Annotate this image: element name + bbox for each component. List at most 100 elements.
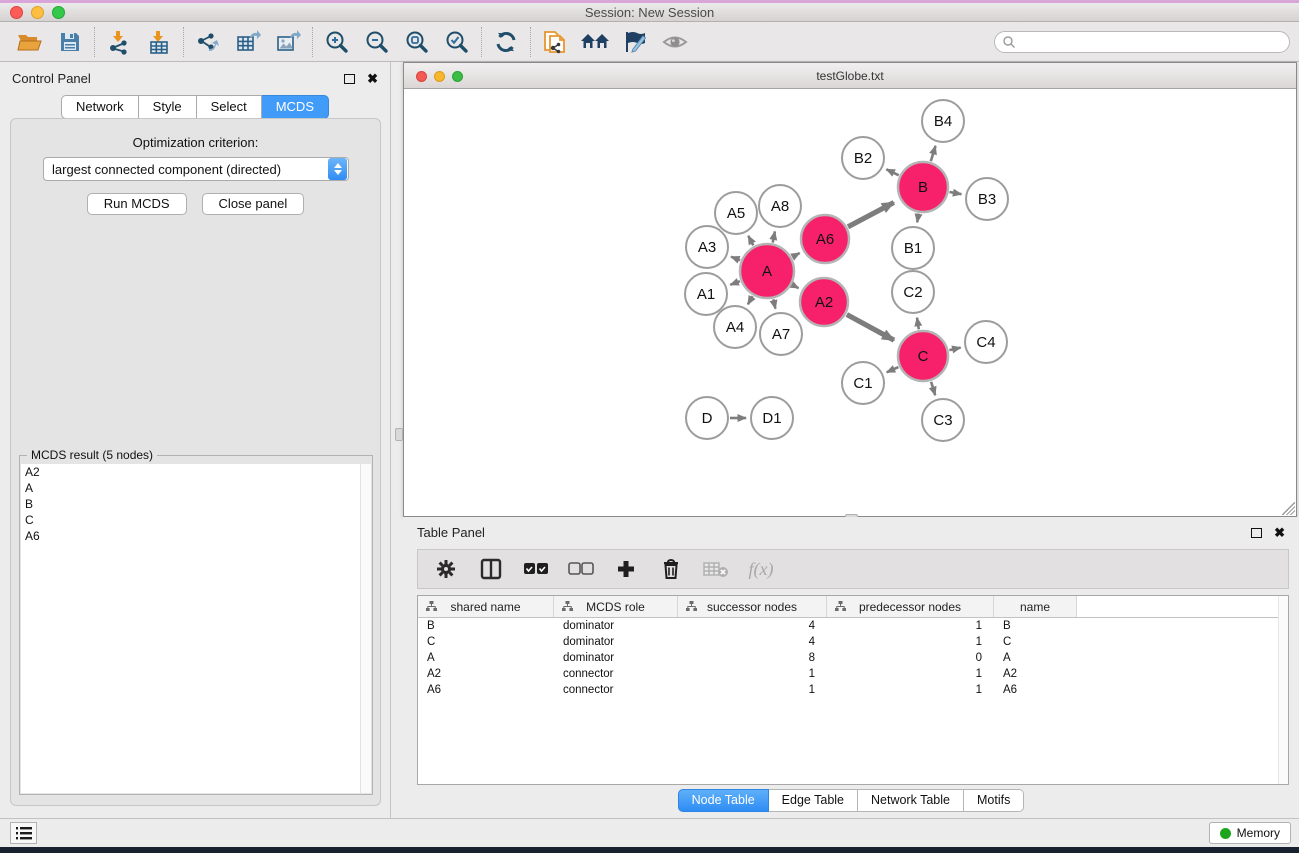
zoom-out-button[interactable] (357, 25, 397, 59)
edge-B-B3[interactable] (950, 192, 962, 194)
close-table-panel-icon[interactable]: ✖ (1274, 528, 1285, 538)
table-cell[interactable]: 4 (678, 620, 827, 632)
table-settings-button[interactable] (428, 553, 464, 585)
node-C4[interactable]: C4 (965, 321, 1007, 363)
edge-C-C4[interactable] (949, 348, 960, 351)
float-panel-icon[interactable] (344, 74, 355, 84)
table-cell[interactable]: 8 (678, 652, 827, 664)
search-input[interactable] (1016, 35, 1266, 49)
zoom-selected-button[interactable] (437, 25, 477, 59)
edge-B-B2[interactable] (886, 169, 898, 175)
table-cell[interactable]: A2 (994, 668, 1077, 680)
edge-C-C1[interactable] (887, 367, 899, 372)
save-session-button[interactable] (50, 25, 90, 59)
mcds-result-item[interactable]: A2 (21, 464, 371, 480)
node-table[interactable]: shared nameMCDS rolesuccessor nodesprede… (417, 595, 1289, 785)
mcds-result-list[interactable]: A2ABCA6 (21, 464, 371, 793)
criterion-dropdown[interactable]: largest connected component (directed) (43, 157, 349, 181)
table-cell[interactable]: 0 (827, 652, 994, 664)
table-cell[interactable]: 4 (678, 636, 827, 648)
table-row[interactable]: A2connector11A2 (418, 666, 1288, 682)
node-B2[interactable]: B2 (842, 137, 884, 179)
node-A1[interactable]: A1 (685, 273, 727, 315)
edge-B-B4[interactable] (931, 146, 936, 161)
table-row[interactable]: Cdominator41C (418, 634, 1288, 650)
table-cell[interactable]: 1 (827, 620, 994, 632)
close-window-button[interactable] (10, 6, 23, 19)
vertical-split-handle[interactable] (395, 428, 403, 441)
tab-network-table[interactable]: Network Table (858, 789, 964, 812)
refresh-button[interactable] (486, 25, 526, 59)
tab-edge-table[interactable]: Edge Table (769, 789, 858, 812)
table-cell[interactable]: A6 (418, 684, 554, 696)
export-network-button[interactable] (188, 25, 228, 59)
table-cell[interactable]: 1 (827, 684, 994, 696)
column-header-name[interactable]: name (994, 596, 1077, 617)
import-table-button[interactable] (139, 25, 179, 59)
close-panel-icon[interactable]: ✖ (367, 74, 378, 84)
table-scrollbar[interactable] (1278, 596, 1288, 784)
float-table-panel-icon[interactable] (1251, 528, 1262, 538)
node-C2[interactable]: C2 (892, 271, 934, 313)
column-header-predecessor-nodes[interactable]: predecessor nodes (827, 596, 994, 617)
list-scrollbar[interactable] (360, 464, 371, 793)
network-window-titlebar[interactable]: testGlobe.txt (404, 63, 1296, 89)
table-cell[interactable]: C (994, 636, 1077, 648)
function-builder-button[interactable]: f(x) (743, 553, 779, 585)
table-cell[interactable]: connector (554, 668, 678, 680)
table-row[interactable]: A6connector11A6 (418, 682, 1288, 698)
node-A2[interactable]: A2 (800, 278, 848, 326)
node-A8[interactable]: A8 (759, 185, 801, 227)
table-cell[interactable]: A (994, 652, 1077, 664)
column-header-successor-nodes[interactable]: successor nodes (678, 596, 827, 617)
table-cell[interactable]: B (418, 620, 554, 632)
edge-A6-B[interactable] (848, 203, 894, 227)
table-cell[interactable]: dominator (554, 620, 678, 632)
table-cell[interactable]: A (418, 652, 554, 664)
add-column-button[interactable] (608, 553, 644, 585)
node-D[interactable]: D (686, 397, 728, 439)
node-B1[interactable]: B1 (892, 227, 934, 269)
node-C[interactable]: C (898, 331, 948, 381)
run-mcds-button[interactable]: Run MCDS (87, 193, 187, 215)
edge-A-A3[interactable] (731, 257, 740, 261)
mcds-result-item[interactable]: A (21, 480, 371, 496)
node-A6[interactable]: A6 (801, 215, 849, 263)
column-header-shared-name[interactable]: shared name (418, 596, 554, 617)
table-cell[interactable]: A2 (418, 668, 554, 680)
search-box[interactable] (994, 31, 1290, 53)
table-cell[interactable]: 1 (678, 668, 827, 680)
edge-A-A8[interactable] (773, 232, 775, 243)
node-C3[interactable]: C3 (922, 399, 964, 441)
column-header-MCDS-role[interactable]: MCDS role (554, 596, 678, 617)
tab-mcds[interactable]: MCDS (262, 95, 329, 119)
table-cell[interactable]: connector (554, 684, 678, 696)
import-network-button[interactable] (99, 25, 139, 59)
zoom-fit-button[interactable] (397, 25, 437, 59)
export-table-button[interactable] (228, 25, 268, 59)
table-cell[interactable]: dominator (554, 652, 678, 664)
tab-node-table[interactable]: Node Table (678, 789, 769, 812)
edge-A2-C[interactable] (847, 315, 894, 341)
resize-grip-icon[interactable] (1282, 502, 1295, 515)
open-file-button[interactable] (10, 25, 50, 59)
mcds-result-item[interactable]: A6 (21, 528, 371, 544)
mcds-result-item[interactable]: C (21, 512, 371, 528)
close-network-button[interactable] (416, 71, 427, 82)
edge-B-B1[interactable] (917, 214, 918, 223)
edge-A-A6[interactable] (792, 253, 799, 257)
memory-button[interactable]: Memory (1209, 822, 1291, 844)
table-cell[interactable]: 1 (827, 668, 994, 680)
node-B[interactable]: B (898, 162, 948, 212)
table-cell[interactable]: A6 (994, 684, 1077, 696)
minimize-window-button[interactable] (31, 6, 44, 19)
houses-button[interactable] (575, 25, 615, 59)
network-canvas[interactable]: B4B2BB3A8A5A6A3B1AC2A1A2A4A7C4CC1DD1C3 (404, 89, 1296, 516)
table-cell[interactable]: B (994, 620, 1077, 632)
table-row[interactable]: Adominator80A (418, 650, 1288, 666)
edge-A-A5[interactable] (748, 236, 753, 246)
zoom-network-button[interactable] (452, 71, 463, 82)
delete-column-button[interactable] (653, 553, 689, 585)
node-B3[interactable]: B3 (966, 178, 1008, 220)
table-cell[interactable]: 1 (827, 636, 994, 648)
